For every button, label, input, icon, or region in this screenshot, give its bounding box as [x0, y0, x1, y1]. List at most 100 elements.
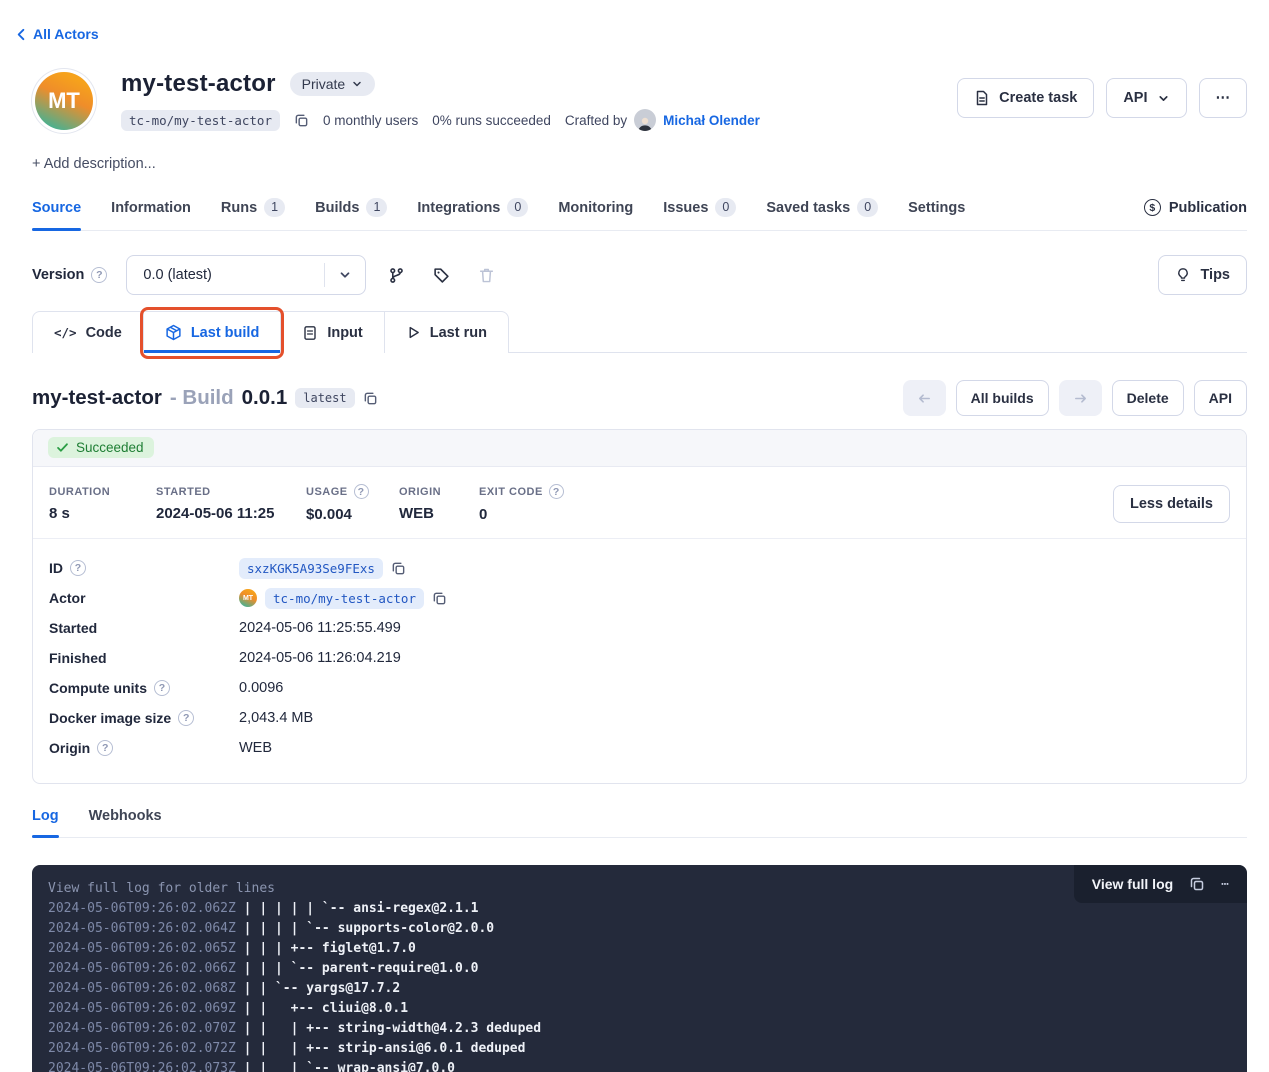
tab-settings[interactable]: Settings	[908, 198, 965, 230]
delete-build-button[interactable]: Delete	[1112, 380, 1184, 416]
lightbulb-icon	[1175, 267, 1191, 283]
tab-label: Source	[32, 200, 81, 216]
log-message: | | | +-- string-width@4.2.3 deduped	[236, 1021, 541, 1036]
tab-label: Saved tasks	[766, 200, 850, 216]
create-task-button[interactable]: Create task	[957, 78, 1094, 118]
less-details-label: Less details	[1130, 496, 1213, 512]
subtab-label: Last build	[191, 325, 259, 341]
log-line: 2024-05-06T09:26:02.065Z | | | +-- figle…	[48, 939, 1247, 959]
log-timestamp: 2024-05-06T09:26:02.070Z	[48, 1021, 236, 1036]
next-build-button[interactable]	[1059, 380, 1102, 416]
actor-link-badge[interactable]: tc-mo/my-test-actor	[265, 588, 424, 609]
log-more-icon[interactable]: ⋯	[1221, 877, 1229, 892]
detail-label: ID	[49, 560, 63, 576]
stat-started: STARTED 2024-05-06 11:25	[156, 486, 306, 522]
visibility-dropdown[interactable]: Private	[290, 72, 376, 96]
breadcrumb-all-actors[interactable]: All Actors	[14, 26, 99, 42]
stat-value: 2024-05-06 11:25	[156, 505, 306, 522]
tab-source[interactable]: Source	[32, 198, 81, 230]
tab-monitoring[interactable]: Monitoring	[558, 198, 633, 230]
log-message: | | | | | `-- ansi-regex@2.1.1	[236, 901, 479, 916]
tab-runs[interactable]: Runs1	[221, 198, 285, 230]
subtab-input[interactable]: Input	[281, 312, 384, 353]
log-line: 2024-05-06T09:26:02.062Z | | | | | `-- a…	[48, 899, 1247, 919]
detail-value: 2024-05-06 11:26:04.219	[239, 650, 401, 666]
tag-button[interactable]	[427, 261, 456, 290]
author-link[interactable]: Michał Olender	[663, 113, 760, 128]
stat-exit-code: EXIT CODE? 0	[479, 484, 564, 523]
api-dropdown-button[interactable]: API	[1106, 78, 1186, 118]
document-icon	[974, 90, 990, 106]
copy-actor-path-icon[interactable]	[294, 113, 309, 128]
tab-publication[interactable]: $ Publication	[1144, 199, 1247, 229]
stat-label: ORIGIN	[399, 486, 441, 498]
arrow-left-icon	[917, 391, 932, 406]
copy-actor-icon[interactable]	[432, 591, 447, 606]
help-icon[interactable]: ?	[354, 484, 369, 499]
stat-value: $0.004	[306, 506, 399, 523]
log-timestamp: 2024-05-06T09:26:02.068Z	[48, 981, 236, 996]
help-icon[interactable]: ?	[70, 560, 86, 576]
crafted-by: Crafted by Michał Olender	[565, 109, 760, 131]
delete-version-button[interactable]	[472, 261, 501, 290]
subtab-last-run[interactable]: Last run	[385, 312, 508, 353]
tab-information[interactable]: Information	[111, 198, 191, 230]
copy-log-icon[interactable]	[1189, 876, 1205, 892]
latest-badge: latest	[295, 388, 354, 408]
help-icon[interactable]: ?	[154, 680, 170, 696]
build-api-button[interactable]: API	[1194, 380, 1247, 416]
tab-issues[interactable]: Issues0	[663, 198, 736, 230]
copy-build-icon[interactable]	[363, 391, 378, 406]
tips-button[interactable]: Tips	[1158, 255, 1247, 295]
tab-integrations[interactable]: Integrations0	[417, 198, 528, 230]
copy-build-id-icon[interactable]	[391, 561, 406, 576]
build-stats-row: DURATION 8 s STARTED 2024-05-06 11:25 US…	[33, 467, 1246, 539]
tab-webhooks[interactable]: Webhooks	[89, 808, 162, 837]
log-panel: View full log ⋯ View full log for older …	[32, 865, 1247, 1072]
stat-label: EXIT CODE	[479, 486, 543, 498]
all-builds-button[interactable]: All builds	[956, 380, 1049, 416]
help-icon[interactable]: ?	[549, 484, 564, 499]
subtab-code[interactable]: </> Code	[33, 312, 144, 353]
more-actions-button[interactable]: ⋯	[1199, 78, 1248, 118]
log-message: | | | `-- parent-require@1.0.0	[236, 961, 479, 976]
less-details-button[interactable]: Less details	[1113, 485, 1230, 523]
version-select[interactable]: 0.0 (latest)	[126, 255, 366, 295]
detail-row-docker-image-size: Docker image size? 2,043.4 MB	[49, 703, 1230, 733]
chevron-left-icon	[14, 27, 29, 42]
tab-builds[interactable]: Builds1	[315, 198, 387, 230]
stat-origin: ORIGIN WEB	[399, 486, 479, 522]
api-label: API	[1209, 390, 1232, 406]
log-timestamp: 2024-05-06T09:26:02.069Z	[48, 1001, 236, 1016]
arrow-right-icon	[1073, 391, 1088, 406]
detail-row-started: Started 2024-05-06 11:25:55.499	[49, 613, 1230, 643]
view-full-log-link[interactable]: View full log	[1092, 876, 1173, 892]
subtab-label: Input	[327, 325, 362, 341]
help-icon[interactable]: ?	[91, 267, 107, 283]
detail-value: 0.0096	[239, 680, 283, 696]
build-title-actor: my-test-actor	[32, 386, 162, 410]
source-subtabs: </> Code Last build Input Last run	[32, 311, 1247, 353]
git-branch-button[interactable]	[382, 261, 411, 290]
actor-avatar: MT	[35, 72, 93, 130]
trash-icon	[478, 267, 495, 284]
main-tabs: Source Information Runs1 Builds1 Integra…	[32, 198, 1247, 231]
log-older-lines-note[interactable]: View full log for older lines	[48, 879, 1247, 899]
prev-build-button[interactable]	[903, 380, 946, 416]
log-line: 2024-05-06T09:26:02.069Z | | +-- cliui@8…	[48, 999, 1247, 1019]
delete-label: Delete	[1127, 390, 1169, 406]
subtab-last-build[interactable]: Last build	[144, 312, 281, 353]
stat-value: WEB	[399, 505, 479, 522]
help-icon[interactable]: ?	[97, 740, 113, 756]
stat-value: 8 s	[49, 505, 156, 522]
api-label: API	[1123, 90, 1147, 106]
tab-count: 0	[507, 198, 528, 217]
tab-log[interactable]: Log	[32, 808, 59, 837]
log-toolbar: View full log ⋯	[1074, 865, 1247, 903]
build-status-strip: Succeeded	[33, 430, 1246, 467]
help-icon[interactable]: ?	[178, 710, 194, 726]
status-label: Succeeded	[76, 440, 144, 455]
add-description-link[interactable]: + Add description...	[32, 156, 156, 172]
build-title-row: my-test-actor - Build 0.0.1 latest All b…	[32, 380, 1247, 416]
tab-saved-tasks[interactable]: Saved tasks0	[766, 198, 878, 230]
